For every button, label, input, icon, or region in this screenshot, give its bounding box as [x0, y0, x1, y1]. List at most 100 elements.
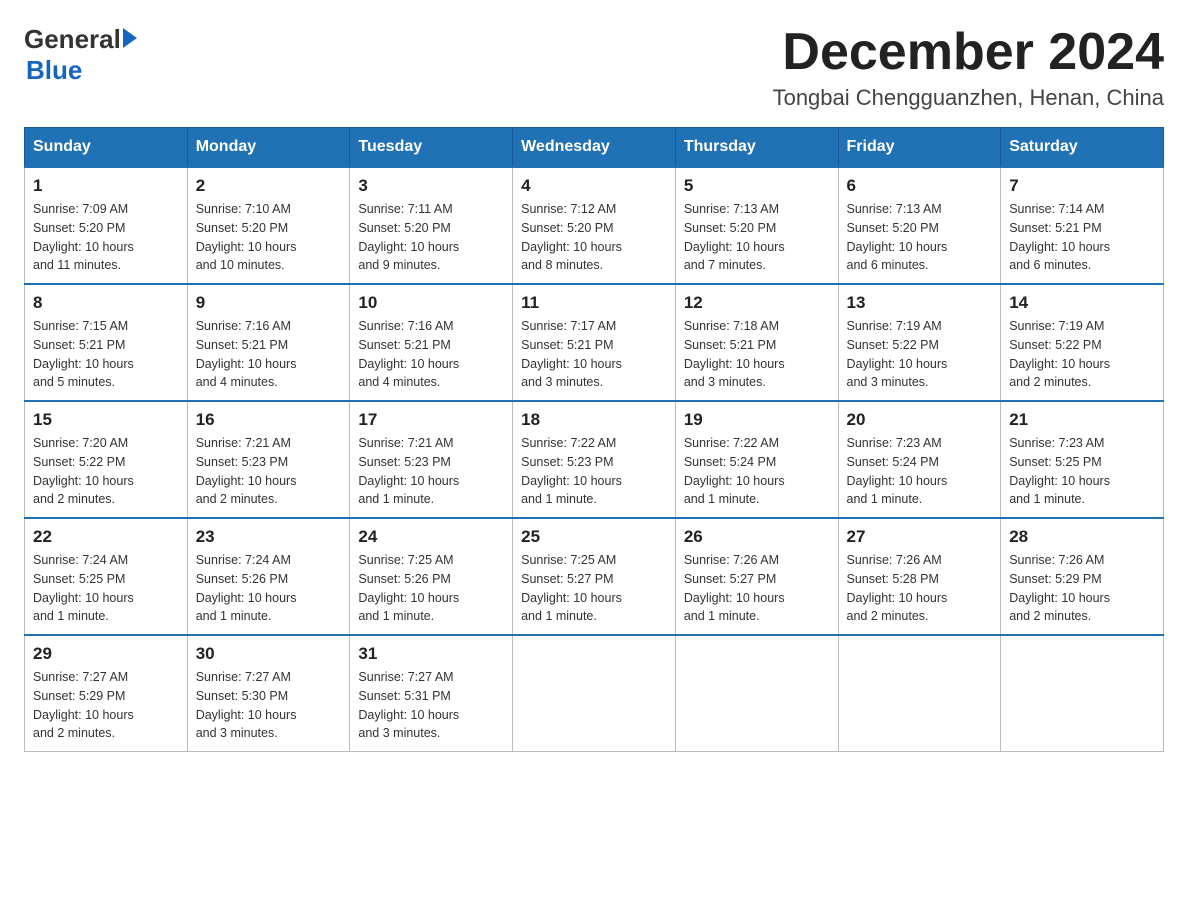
- day-number: 7: [1009, 176, 1155, 196]
- day-info: Sunrise: 7:25 AMSunset: 5:27 PMDaylight:…: [521, 551, 667, 626]
- day-cell-31: 31 Sunrise: 7:27 AMSunset: 5:31 PMDayligh…: [350, 635, 513, 752]
- weekday-header-monday: Monday: [187, 128, 350, 168]
- day-number: 11: [521, 293, 667, 313]
- day-info: Sunrise: 7:18 AMSunset: 5:21 PMDaylight:…: [684, 317, 830, 392]
- day-number: 12: [684, 293, 830, 313]
- day-info: Sunrise: 7:17 AMSunset: 5:21 PMDaylight:…: [521, 317, 667, 392]
- day-number: 16: [196, 410, 342, 430]
- day-number: 13: [847, 293, 993, 313]
- day-info: Sunrise: 7:10 AMSunset: 5:20 PMDaylight:…: [196, 200, 342, 275]
- day-number: 19: [684, 410, 830, 430]
- empty-cell: [675, 635, 838, 752]
- day-number: 30: [196, 644, 342, 664]
- day-number: 15: [33, 410, 179, 430]
- weekday-header-tuesday: Tuesday: [350, 128, 513, 168]
- day-cell-6: 6 Sunrise: 7:13 AMSunset: 5:20 PMDaylight…: [838, 167, 1001, 284]
- day-info: Sunrise: 7:22 AMSunset: 5:24 PMDaylight:…: [684, 434, 830, 509]
- day-cell-17: 17 Sunrise: 7:21 AMSunset: 5:23 PMDayligh…: [350, 401, 513, 518]
- day-number: 29: [33, 644, 179, 664]
- logo-triangle-icon: [123, 28, 137, 48]
- logo-area: General Blue: [24, 24, 137, 86]
- day-number: 27: [847, 527, 993, 547]
- day-cell-24: 24Sunrise: 7:25 AMSunset: 5:26 PMDayligh…: [350, 518, 513, 635]
- day-number: 17: [358, 410, 504, 430]
- day-cell-26: 26 Sunrise: 7:26 AMSunset: 5:27 PMDayligh…: [675, 518, 838, 635]
- day-number: 23: [196, 527, 342, 547]
- day-cell-14: 14 Sunrise: 7:19 AMSunset: 5:22 PMDayligh…: [1001, 284, 1164, 401]
- weekday-header-saturday: Saturday: [1001, 128, 1164, 168]
- day-cell-16: 16 Sunrise: 7:21 AMSunset: 5:23 PMDayligh…: [187, 401, 350, 518]
- logo-general-text: General: [24, 24, 121, 55]
- day-info: Sunrise: 7:19 AMSunset: 5:22 PMDaylight:…: [847, 317, 993, 392]
- day-info: Sunrise: 7:16 AMSunset: 5:21 PMDaylight:…: [358, 317, 504, 392]
- day-cell-29: 29 Sunrise: 7:27 AMSunset: 5:29 PMDayligh…: [25, 635, 188, 752]
- day-number: 14: [1009, 293, 1155, 313]
- day-info: Sunrise: 7:24 AMSunset: 5:26 PMDaylight:…: [196, 551, 342, 626]
- day-cell-8: 8 Sunrise: 7:15 AMSunset: 5:21 PMDaylight…: [25, 284, 188, 401]
- weekday-header-row: SundayMondayTuesdayWednesdayThursdayFrid…: [25, 128, 1164, 168]
- day-number: 25: [521, 527, 667, 547]
- empty-cell: [513, 635, 676, 752]
- day-number: 9: [196, 293, 342, 313]
- day-info: Sunrise: 7:27 AMSunset: 5:29 PMDaylight:…: [33, 668, 179, 743]
- day-cell-5: 5 Sunrise: 7:13 AMSunset: 5:20 PMDaylight…: [675, 167, 838, 284]
- day-info: Sunrise: 7:15 AMSunset: 5:21 PMDaylight:…: [33, 317, 179, 392]
- empty-cell: [838, 635, 1001, 752]
- day-number: 10: [358, 293, 504, 313]
- day-cell-22: 22 Sunrise: 7:24 AMSunset: 5:25 PMDayligh…: [25, 518, 188, 635]
- week-row-5: 29 Sunrise: 7:27 AMSunset: 5:29 PMDayligh…: [25, 635, 1164, 752]
- weekday-header-sunday: Sunday: [25, 128, 188, 168]
- day-info: Sunrise: 7:09 AMSunset: 5:20 PMDaylight:…: [33, 200, 179, 275]
- day-cell-25: 25 Sunrise: 7:25 AMSunset: 5:27 PMDayligh…: [513, 518, 676, 635]
- day-cell-18: 18Sunrise: 7:22 AMSunset: 5:23 PMDayligh…: [513, 401, 676, 518]
- day-cell-15: 15 Sunrise: 7:20 AMSunset: 5:22 PMDayligh…: [25, 401, 188, 518]
- week-row-4: 22 Sunrise: 7:24 AMSunset: 5:25 PMDayligh…: [25, 518, 1164, 635]
- day-info: Sunrise: 7:26 AMSunset: 5:28 PMDaylight:…: [847, 551, 993, 626]
- day-info: Sunrise: 7:14 AMSunset: 5:21 PMDaylight:…: [1009, 200, 1155, 275]
- day-info: Sunrise: 7:25 AMSunset: 5:26 PMDaylight:…: [358, 551, 504, 626]
- day-cell-20: 20 Sunrise: 7:23 AMSunset: 5:24 PMDayligh…: [838, 401, 1001, 518]
- day-info: Sunrise: 7:24 AMSunset: 5:25 PMDaylight:…: [33, 551, 179, 626]
- day-cell-27: 27 Sunrise: 7:26 AMSunset: 5:28 PMDayligh…: [838, 518, 1001, 635]
- day-cell-28: 28Sunrise: 7:26 AMSunset: 5:29 PMDayligh…: [1001, 518, 1164, 635]
- day-number: 5: [684, 176, 830, 196]
- day-cell-3: 3 Sunrise: 7:11 AMSunset: 5:20 PMDaylight…: [350, 167, 513, 284]
- day-info: Sunrise: 7:13 AMSunset: 5:20 PMDaylight:…: [684, 200, 830, 275]
- weekday-header-friday: Friday: [838, 128, 1001, 168]
- day-cell-9: 9 Sunrise: 7:16 AMSunset: 5:21 PMDaylight…: [187, 284, 350, 401]
- weekday-header-thursday: Thursday: [675, 128, 838, 168]
- day-number: 8: [33, 293, 179, 313]
- weekday-header-wednesday: Wednesday: [513, 128, 676, 168]
- day-info: Sunrise: 7:19 AMSunset: 5:22 PMDaylight:…: [1009, 317, 1155, 392]
- day-number: 20: [847, 410, 993, 430]
- day-number: 22: [33, 527, 179, 547]
- day-info: Sunrise: 7:27 AMSunset: 5:30 PMDaylight:…: [196, 668, 342, 743]
- day-number: 2: [196, 176, 342, 196]
- day-number: 3: [358, 176, 504, 196]
- month-title: December 2024: [773, 24, 1164, 81]
- day-number: 26: [684, 527, 830, 547]
- day-info: Sunrise: 7:13 AMSunset: 5:20 PMDaylight:…: [847, 200, 993, 275]
- day-info: Sunrise: 7:11 AMSunset: 5:20 PMDaylight:…: [358, 200, 504, 275]
- day-info: Sunrise: 7:27 AMSunset: 5:31 PMDaylight:…: [358, 668, 504, 743]
- day-cell-10: 10 Sunrise: 7:16 AMSunset: 5:21 PMDayligh…: [350, 284, 513, 401]
- day-cell-23: 23 Sunrise: 7:24 AMSunset: 5:26 PMDayligh…: [187, 518, 350, 635]
- location-title: Tongbai Chengguanzhen, Henan, China: [773, 85, 1164, 111]
- day-info: Sunrise: 7:16 AMSunset: 5:21 PMDaylight:…: [196, 317, 342, 392]
- day-info: Sunrise: 7:26 AMSunset: 5:27 PMDaylight:…: [684, 551, 830, 626]
- day-cell-12: 12 Sunrise: 7:18 AMSunset: 5:21 PMDayligh…: [675, 284, 838, 401]
- day-number: 18: [521, 410, 667, 430]
- day-info: Sunrise: 7:23 AMSunset: 5:24 PMDaylight:…: [847, 434, 993, 509]
- day-cell-7: 7 Sunrise: 7:14 AMSunset: 5:21 PMDaylight…: [1001, 167, 1164, 284]
- day-number: 6: [847, 176, 993, 196]
- day-number: 31: [358, 644, 504, 664]
- day-cell-19: 19 Sunrise: 7:22 AMSunset: 5:24 PMDayligh…: [675, 401, 838, 518]
- day-info: Sunrise: 7:12 AMSunset: 5:20 PMDaylight:…: [521, 200, 667, 275]
- day-info: Sunrise: 7:21 AMSunset: 5:23 PMDaylight:…: [358, 434, 504, 509]
- day-cell-1: 1Sunrise: 7:09 AMSunset: 5:20 PMDaylight…: [25, 167, 188, 284]
- day-info: Sunrise: 7:20 AMSunset: 5:22 PMDaylight:…: [33, 434, 179, 509]
- day-info: Sunrise: 7:21 AMSunset: 5:23 PMDaylight:…: [196, 434, 342, 509]
- day-cell-13: 13 Sunrise: 7:19 AMSunset: 5:22 PMDayligh…: [838, 284, 1001, 401]
- week-row-3: 15 Sunrise: 7:20 AMSunset: 5:22 PMDayligh…: [25, 401, 1164, 518]
- day-cell-30: 30 Sunrise: 7:27 AMSunset: 5:30 PMDayligh…: [187, 635, 350, 752]
